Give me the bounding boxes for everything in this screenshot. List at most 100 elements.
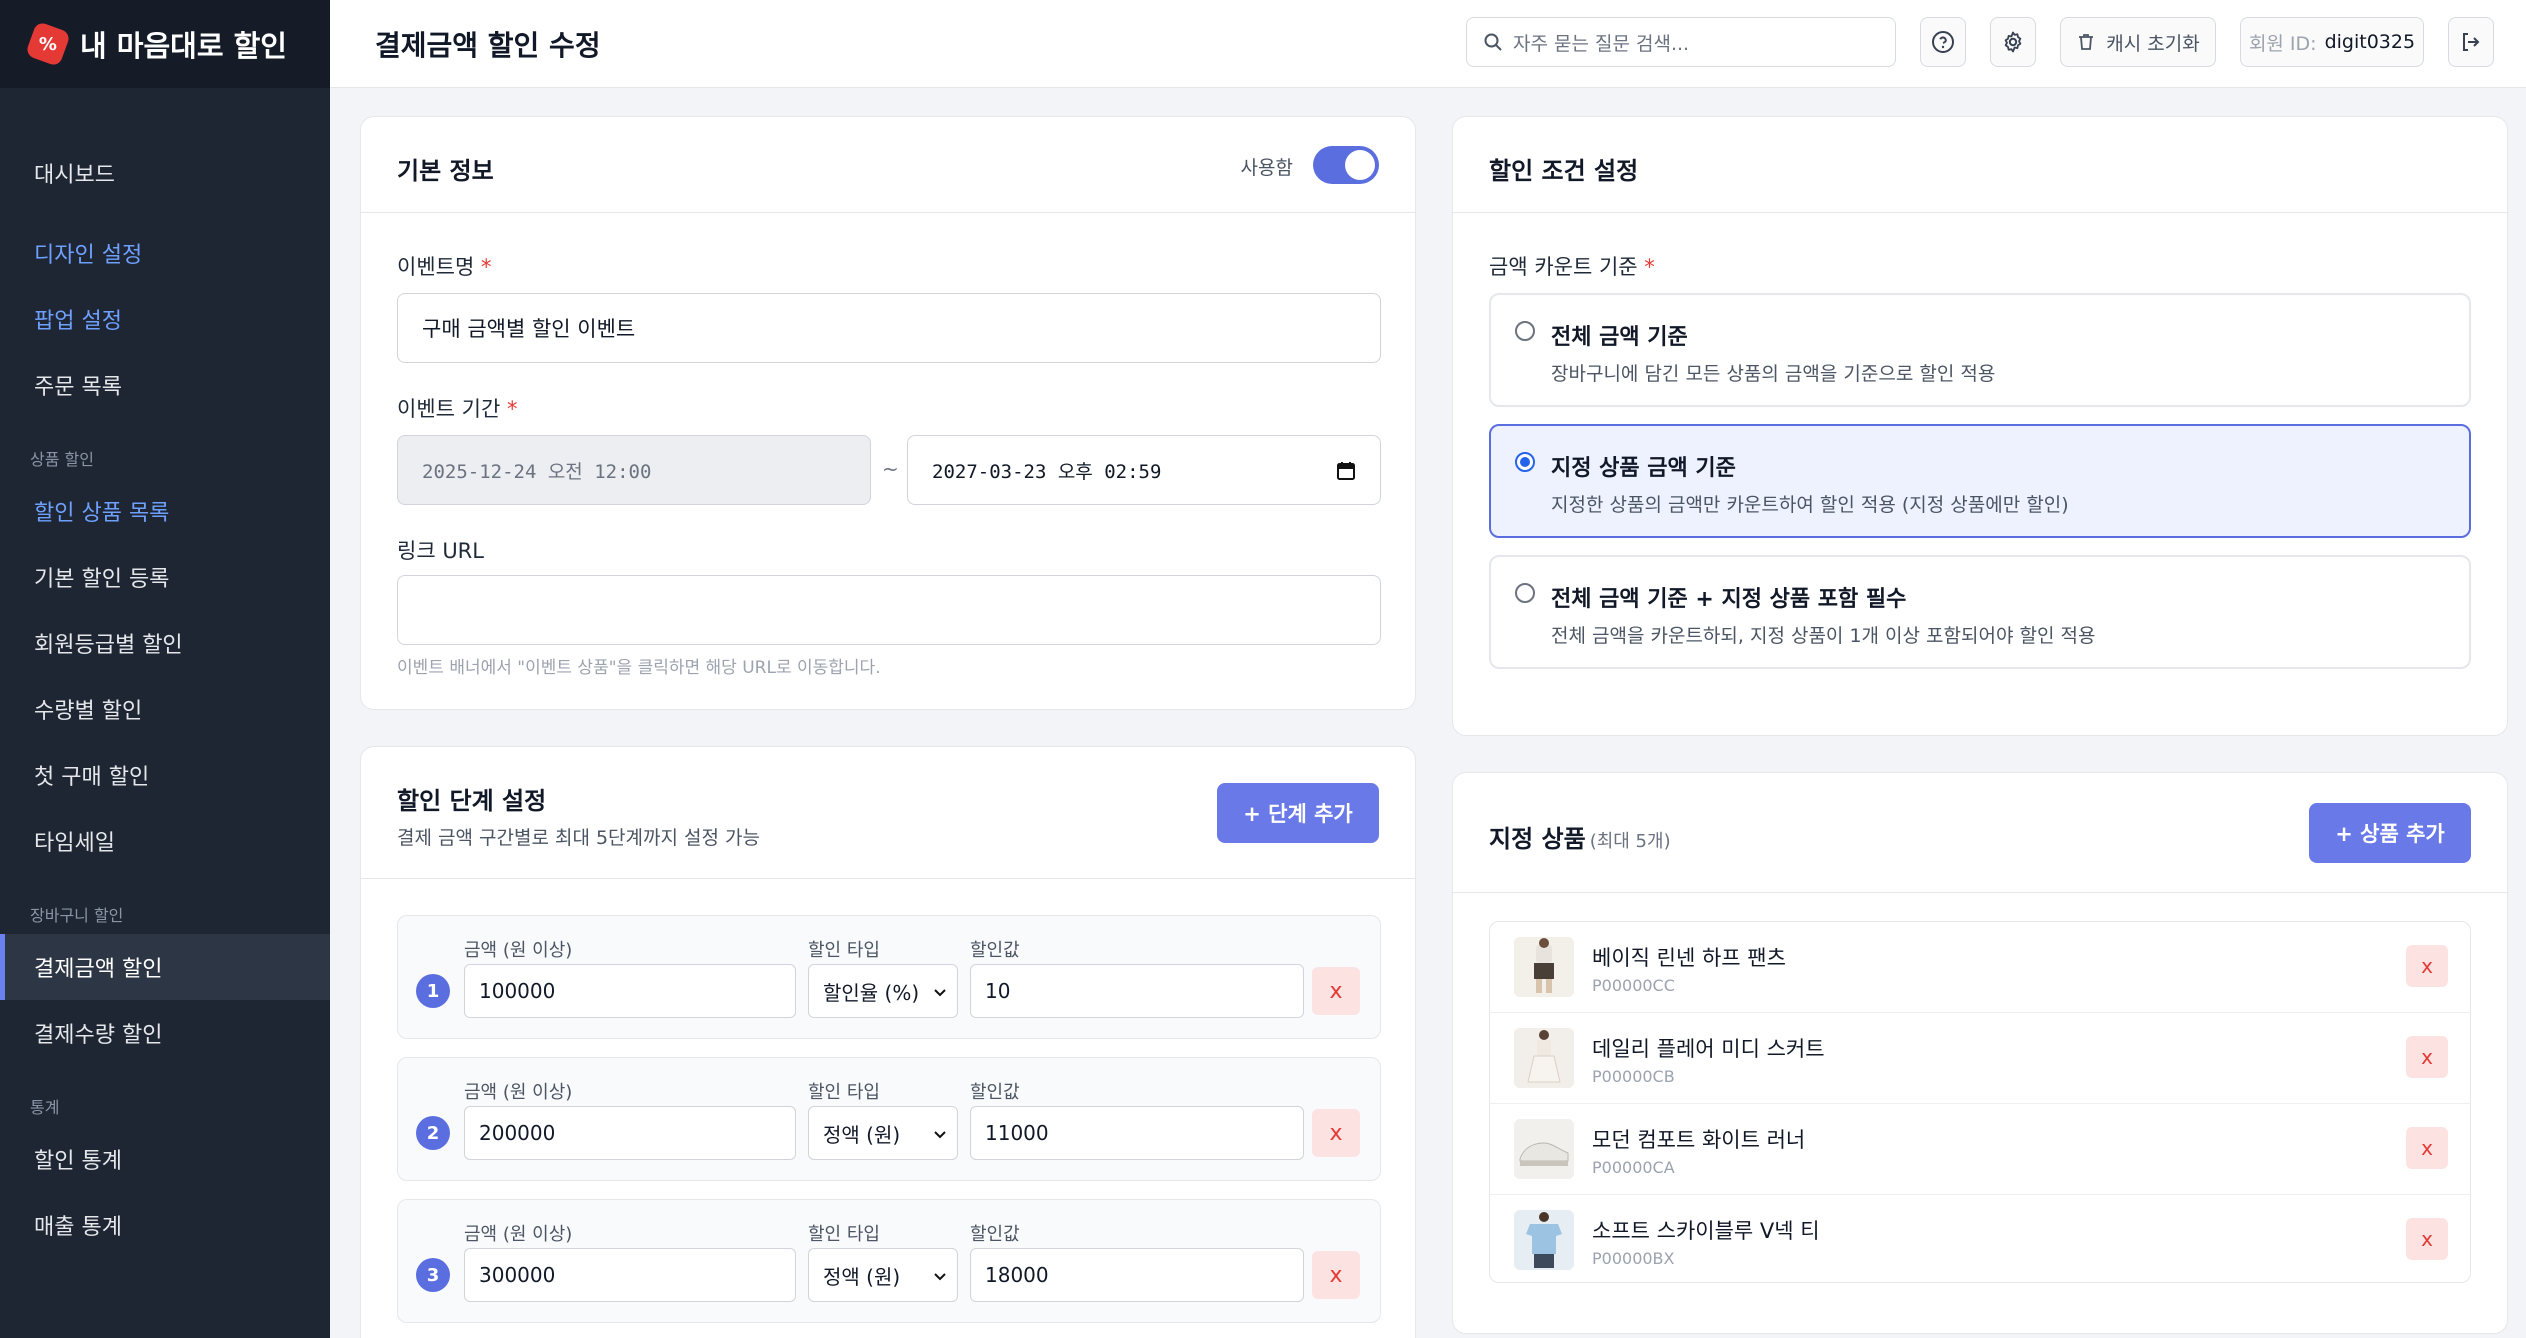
add-tier-button[interactable]: + 단계 추가	[1217, 783, 1379, 843]
required-mark: *	[480, 255, 492, 279]
product-thumbnail	[1514, 937, 1574, 997]
discount-condition-title: 할인 조건 설정	[1489, 157, 1639, 185]
radio-button[interactable]	[1515, 321, 1535, 341]
sidebar: % 내 마음대로 할인 대시보드 디자인 설정 팝업 설정 주문 목록 상품 할…	[0, 0, 330, 1338]
chevron-down-icon	[934, 989, 946, 997]
use-toggle-label: 사용함	[1240, 157, 1293, 179]
product-name: 베이직 린넨 하프 팬츠	[1592, 946, 1786, 970]
sidebar-item-first-purchase[interactable]: 첫 구매 할인	[0, 742, 330, 808]
product-name: 데일리 플레어 미디 스커트	[1592, 1037, 1825, 1061]
sidebar-item-grade-discount[interactable]: 회원등급별 할인	[0, 610, 330, 676]
tier-amount-input[interactable]: 100000	[464, 964, 796, 1018]
calendar-icon[interactable]	[1336, 461, 1356, 481]
event-name-input[interactable]: 구매 금액별 할인 이벤트	[397, 293, 1381, 363]
delete-tier-button[interactable]: x	[1312, 1109, 1360, 1157]
tier-number: 2	[416, 1116, 450, 1150]
sidebar-section-stats: 통계	[30, 1098, 60, 1117]
tier-value-input[interactable]: 11000	[970, 1106, 1304, 1160]
event-period-label: 이벤트 기간 *	[397, 393, 517, 423]
tier-value-label: 할인값	[970, 1224, 1020, 1245]
tier-settings-subtitle: 결제 금액 구간별로 최대 5단계까지 설정 가능	[397, 827, 760, 849]
add-product-button[interactable]: + 상품 추가	[2309, 803, 2471, 863]
event-period-label-text: 이벤트 기간	[397, 397, 501, 421]
tier-settings-header: 할인 단계 설정 결제 금액 구간별로 최대 5단계까지 설정 가능 + 단계 …	[361, 747, 1415, 879]
event-end-input[interactable]: 2027-03-23 오후 02:59	[907, 435, 1381, 505]
logout-button[interactable]	[2448, 17, 2494, 67]
sidebar-item-quantity-discount[interactable]: 수량별 할인	[0, 676, 330, 742]
event-start-input: 2025-12-24 오전 12:00	[397, 435, 871, 505]
tier-number: 3	[416, 1258, 450, 1292]
required-mark: *	[1644, 255, 1655, 279]
event-name-label: 이벤트명 *	[397, 251, 491, 281]
sidebar-item-popup[interactable]: 팝업 설정	[0, 286, 330, 352]
radio-button[interactable]	[1515, 583, 1535, 603]
search-input[interactable]: 자주 묻는 질문 검색...	[1466, 17, 1896, 67]
sidebar-item-dashboard[interactable]: 대시보드	[0, 140, 330, 206]
remove-product-button[interactable]: x	[2406, 1218, 2448, 1260]
help-button[interactable]	[1920, 17, 1966, 67]
option-title: 지정 상품 금액 기준	[1551, 456, 1736, 481]
delete-tier-button[interactable]: x	[1312, 1251, 1360, 1299]
remove-product-button[interactable]: x	[2406, 1036, 2448, 1078]
list-item: 모던 컴포트 화이트 러너 P00000CA x	[1490, 1104, 2470, 1195]
sidebar-item-payment-amount[interactable]: 결제금액 할인	[0, 934, 330, 1000]
tier-type-value: 정액 (원)	[823, 1122, 901, 1147]
cache-reset-button[interactable]: 캐시 초기화	[2060, 17, 2216, 67]
count-option-total-with-required[interactable]: 전체 금액 기준 + 지정 상품 포함 필수 전체 금액을 카운트하되, 지정 …	[1489, 555, 2471, 669]
help-icon	[1932, 31, 1954, 53]
brand[interactable]: % 내 마음대로 할인	[0, 0, 330, 88]
product-code: P00000CC	[1592, 976, 1675, 995]
list-item: 베이직 린넨 하프 팬츠 P00000CC x	[1490, 922, 2470, 1013]
sidebar-item-timesale[interactable]: 타임세일	[0, 808, 330, 874]
tier-row: 1 금액 (원 이상) 할인 타입 할인값 100000 할인율 (%) 10 …	[397, 915, 1381, 1039]
page-title: 결제금액 할인 수정	[375, 29, 601, 62]
chevron-down-icon	[934, 1131, 946, 1139]
tier-value-input[interactable]: 10	[970, 964, 1304, 1018]
basic-info-title: 기본 정보	[397, 157, 494, 185]
remove-product-button[interactable]: x	[2406, 1127, 2448, 1169]
use-toggle[interactable]	[1313, 146, 1379, 184]
designated-products-title-text: 지정 상품	[1489, 825, 1586, 853]
product-thumbnail	[1514, 1028, 1574, 1088]
count-option-designated[interactable]: 지정 상품 금액 기준 지정한 상품의 금액만 카운트하여 할인 적용 (지정 …	[1489, 424, 2471, 538]
discount-condition-header: 할인 조건 설정	[1453, 117, 2507, 213]
tier-amount-label: 금액 (원 이상)	[464, 1082, 573, 1103]
chevron-down-icon	[934, 1273, 946, 1281]
option-description: 장바구니에 담긴 모든 상품의 금액을 기준으로 할인 적용	[1551, 363, 1996, 385]
count-basis-label-text: 금액 카운트 기준	[1489, 255, 1638, 279]
cache-reset-label: 캐시 초기화	[2106, 32, 2200, 55]
sidebar-item-discount-products[interactable]: 할인 상품 목록	[0, 478, 330, 544]
count-basis-label: 금액 카운트 기준 *	[1489, 251, 1655, 281]
settings-button[interactable]	[1990, 17, 2036, 67]
option-description: 지정한 상품의 금액만 카운트하여 할인 적용 (지정 상품에만 할인)	[1551, 494, 2069, 516]
tier-amount-input[interactable]: 300000	[464, 1248, 796, 1302]
sidebar-item-basic-discount[interactable]: 기본 할인 등록	[0, 544, 330, 610]
link-url-input[interactable]	[397, 575, 1381, 645]
radio-button[interactable]	[1515, 452, 1535, 472]
brand-logo-icon: %	[24, 20, 72, 68]
sidebar-item-payment-quantity[interactable]: 결제수량 할인	[0, 1000, 330, 1066]
basic-info-card: 기본 정보 사용함 이벤트명 * 구매 금액별 할인 이벤트 이벤트 기간 * …	[360, 116, 1416, 710]
count-option-total[interactable]: 전체 금액 기준 장바구니에 담긴 모든 상품의 금액을 기준으로 할인 적용	[1489, 293, 2471, 407]
delete-tier-button[interactable]: x	[1312, 967, 1360, 1015]
product-list: 베이직 린넨 하프 팬츠 P00000CC x 데일리 플레어 미디 스커트 P…	[1489, 921, 2471, 1283]
tier-row: 3 금액 (원 이상) 할인 타입 할인값 300000 정액 (원) 1800…	[397, 1199, 1381, 1323]
remove-product-button[interactable]: x	[2406, 945, 2448, 987]
sidebar-item-orders[interactable]: 주문 목록	[0, 352, 330, 418]
sidebar-section-product: 상품 할인	[30, 450, 94, 469]
link-url-label: 링크 URL	[397, 539, 484, 563]
tier-amount-input[interactable]: 200000	[464, 1106, 796, 1160]
event-name-label-text: 이벤트명	[397, 255, 475, 279]
tier-type-select[interactable]: 할인율 (%)	[808, 964, 958, 1018]
member-id-label: 회원 ID:	[2248, 32, 2317, 55]
event-end-value: 2027-03-23 오후 02:59	[932, 460, 1162, 483]
member-id-badge: 회원 ID: digit0325	[2240, 17, 2424, 67]
sidebar-item-design[interactable]: 디자인 설정	[0, 220, 330, 286]
sidebar-item-sales-stats[interactable]: 매출 통계	[0, 1192, 330, 1258]
tier-type-select[interactable]: 정액 (원)	[808, 1248, 958, 1302]
product-name: 모던 컴포트 화이트 러너	[1592, 1128, 1806, 1152]
tier-type-select[interactable]: 정액 (원)	[808, 1106, 958, 1160]
tier-value-input[interactable]: 18000	[970, 1248, 1304, 1302]
tier-type-label: 할인 타입	[808, 1082, 880, 1103]
sidebar-item-discount-stats[interactable]: 할인 통계	[0, 1126, 330, 1192]
